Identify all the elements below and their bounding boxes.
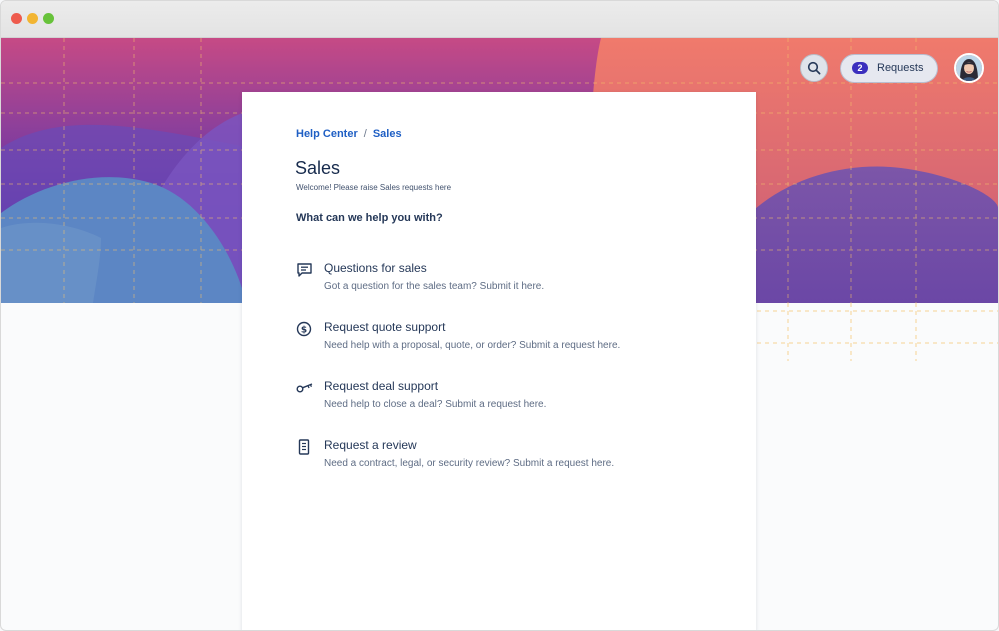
dollar-icon: $ xyxy=(296,321,312,337)
svg-text:$: $ xyxy=(301,325,307,335)
request-type-quote-support[interactable]: $ Request quote support Need help with a… xyxy=(296,319,716,363)
search-button[interactable] xyxy=(800,54,828,82)
header-actions: 2 Requests xyxy=(800,53,984,83)
breadcrumb-sales-link[interactable]: Sales xyxy=(373,128,402,140)
avatar-image xyxy=(956,55,982,81)
request-type-description: Need help with a proposal, quote, or ord… xyxy=(324,340,621,351)
requests-button[interactable]: 2 Requests xyxy=(840,53,938,83)
requests-count-badge: 2 xyxy=(852,62,868,74)
request-type-review[interactable]: Request a review Need a contract, legal,… xyxy=(296,437,716,481)
request-type-title: Questions for sales xyxy=(324,261,427,275)
document-icon xyxy=(298,439,310,455)
help-prompt: What can we help you with? xyxy=(296,212,443,224)
breadcrumb: Help Center / Sales xyxy=(296,128,402,140)
request-type-title: Request a review xyxy=(324,438,417,452)
breadcrumb-help-center-link[interactable]: Help Center xyxy=(296,128,358,140)
page-title: Sales xyxy=(295,158,341,178)
breadcrumb-separator: / xyxy=(363,128,367,140)
page-description: Welcome! Please raise Sales requests her… xyxy=(296,183,452,192)
minimize-window-button[interactable] xyxy=(27,13,38,24)
request-type-description: Need help to close a deal? Submit a requ… xyxy=(324,399,547,410)
requests-label: Requests xyxy=(877,62,924,74)
window-titlebar xyxy=(1,1,998,38)
portal-card: Help Center / Sales Sales Welcome! Please … xyxy=(242,92,756,630)
request-type-deal-support[interactable]: Request deal support Need help to close … xyxy=(296,378,716,422)
search-icon xyxy=(807,61,821,75)
close-window-button[interactable] xyxy=(11,13,22,24)
request-type-description: Need a contract, legal, or security revi… xyxy=(324,458,615,469)
browser-window: 2 Requests Help Center / Sales Sales Welco… xyxy=(0,0,999,631)
request-type-description: Got a question for the sales team? Submi… xyxy=(324,281,545,292)
user-avatar[interactable] xyxy=(954,53,984,83)
maximize-window-button[interactable] xyxy=(43,13,54,24)
request-type-questions-for-sales[interactable]: Questions for sales Got a question for t… xyxy=(296,260,716,304)
chat-icon xyxy=(297,263,312,277)
request-type-title: Request quote support xyxy=(324,320,446,334)
key-icon xyxy=(296,383,313,393)
request-type-title: Request deal support xyxy=(324,379,439,393)
